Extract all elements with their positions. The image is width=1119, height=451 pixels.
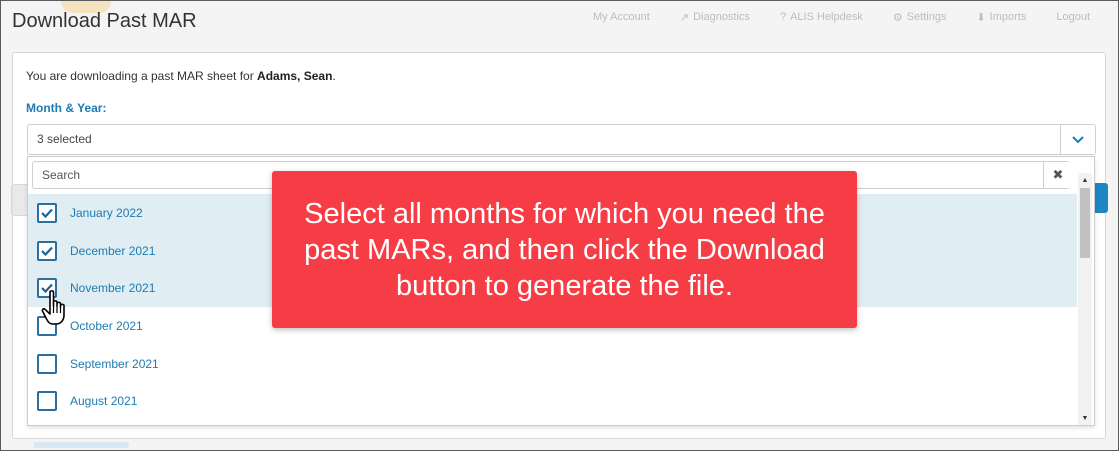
checkbox-unchecked[interactable] [37, 353, 57, 374]
month-year-select[interactable]: 3 selected [27, 124, 1096, 155]
search-clear-button[interactable]: ✖ [1043, 162, 1072, 188]
checkbox-checked[interactable] [37, 240, 57, 261]
scroll-down-arrow-icon[interactable]: ▼ [1078, 413, 1092, 423]
month-label: September 2021 [70, 356, 159, 371]
nav-diagnostics: ↗ Diagnostics [679, 11, 750, 24]
checkmark-icon [41, 246, 53, 256]
select-toggle-button[interactable] [1060, 125, 1095, 154]
list-item[interactable]: September 2021 [28, 345, 1077, 383]
instruction-callout: Select all months for which you need the… [272, 171, 857, 328]
download-icon: ⬇ [976, 11, 986, 24]
list-item[interactable]: August 2021 [28, 382, 1077, 420]
checkbox-unchecked[interactable] [37, 391, 57, 412]
background-navbar: My Account ↗ Diagnostics ? ALIS Helpdesk ⚙… [579, 7, 1118, 27]
resident-name: Adams, Sean [257, 69, 333, 83]
chart-icon: ↗ [679, 11, 690, 24]
help-icon: ? [779, 11, 787, 23]
chevron-down-icon [1072, 135, 1084, 143]
select-value: 3 selected [37, 132, 92, 146]
dropdown-scrollbar[interactable]: ▲ ▼ [1078, 173, 1092, 425]
nav-settings: ⚙ Settings [892, 11, 947, 24]
modal-title: Download Past MAR [12, 10, 197, 32]
screenshot-frame: My Account ↗ Diagnostics ? ALIS Helpdesk ⚙… [0, 0, 1119, 451]
checkbox-checked[interactable] [37, 202, 57, 223]
background-bar [34, 442, 129, 448]
scroll-up-arrow-icon[interactable]: ▲ [1078, 175, 1092, 185]
nav-logout: Logout [1056, 11, 1091, 23]
hand-pointer-icon [41, 290, 65, 325]
month-year-label: Month & Year: [26, 101, 107, 115]
nav-imports: ⬇ Imports [976, 11, 1027, 24]
month-label: October 2021 [70, 318, 143, 333]
month-label: November 2021 [70, 281, 156, 296]
month-label: August 2021 [70, 394, 138, 409]
month-label: January 2022 [70, 205, 143, 220]
checkmark-icon [41, 208, 53, 218]
intro-text: You are downloading a past MAR sheet for… [26, 69, 336, 83]
scroll-thumb[interactable] [1080, 188, 1090, 258]
close-icon: ✖ [1052, 167, 1064, 182]
month-label: December 2021 [70, 243, 156, 258]
callout-text: Select all months for which you need the… [304, 197, 825, 302]
gear-icon: ⚙ [892, 11, 903, 24]
nav-helpdesk: ? ALIS Helpdesk [779, 11, 863, 23]
nav-my-account: My Account [593, 11, 650, 23]
